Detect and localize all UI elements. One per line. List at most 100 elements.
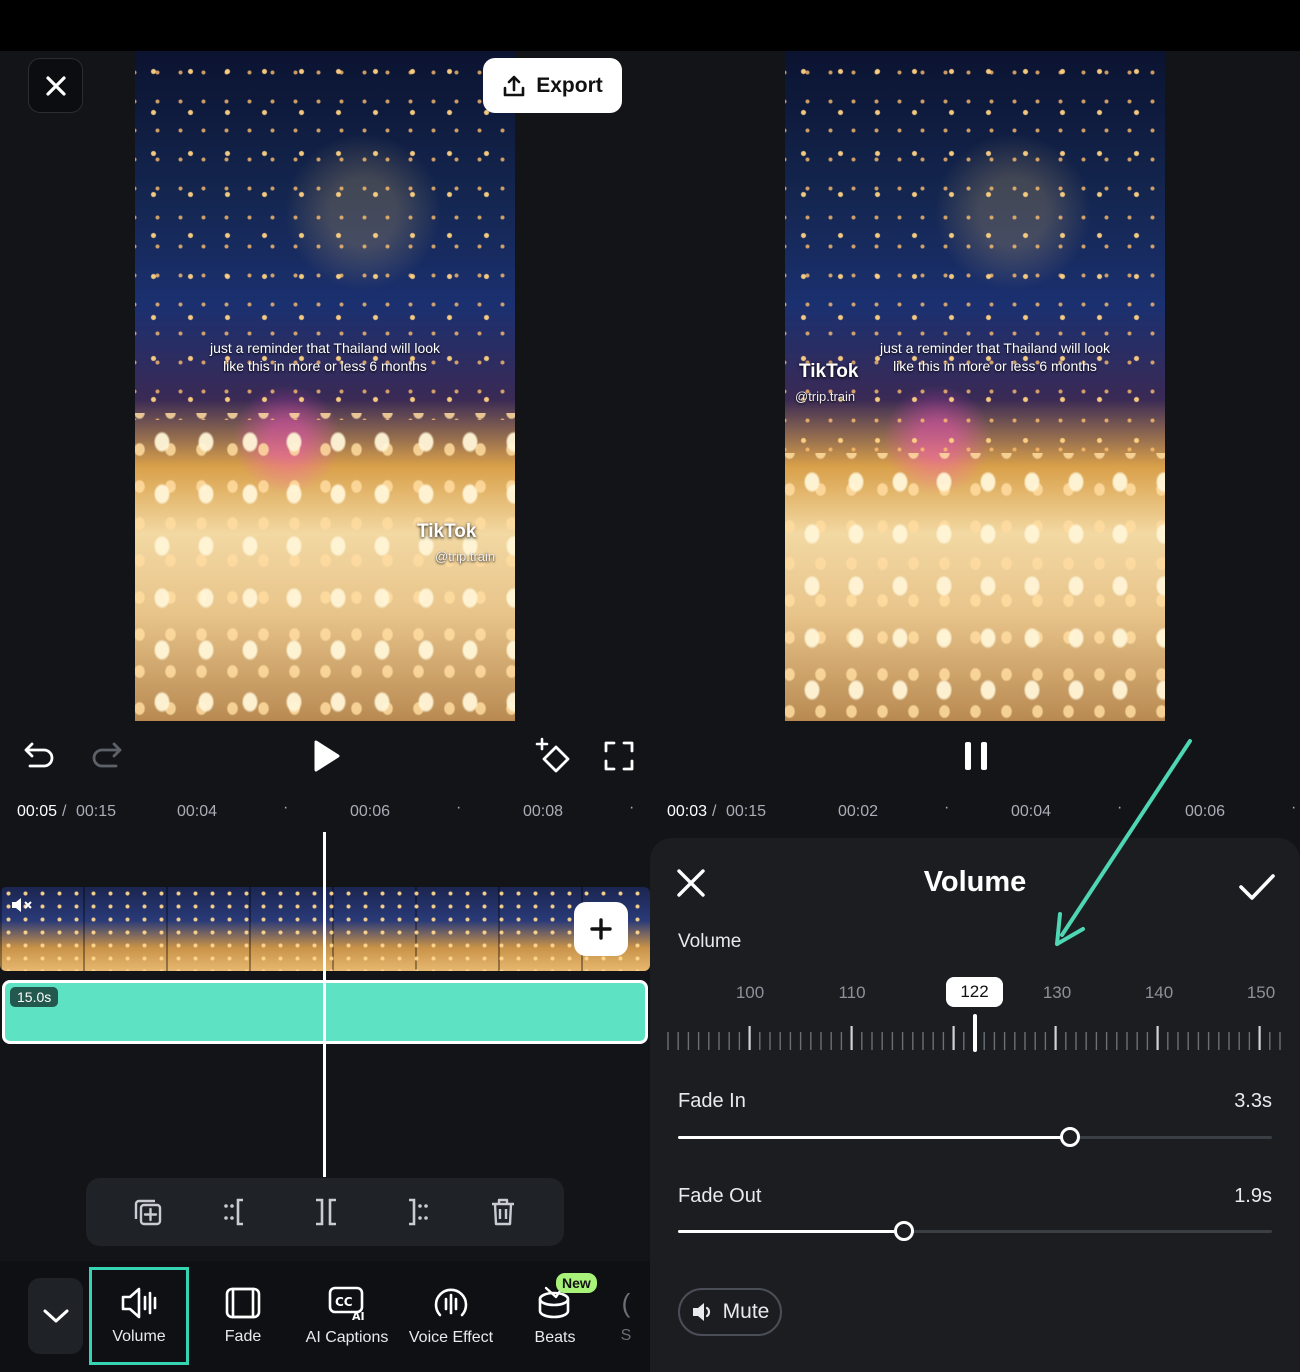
fade-icon <box>225 1287 261 1319</box>
redo-icon <box>92 742 122 768</box>
svg-text:CC: CC <box>335 1295 353 1309</box>
scale-label: 140 <box>1144 983 1174 1002</box>
keyframe-add-icon <box>535 737 570 773</box>
muted-speaker-icon <box>12 898 32 912</box>
panel-title: Volume <box>923 866 1027 898</box>
current-time: 00:03 <box>667 803 708 820</box>
caption-line-1: just a reminder that Thailand will look <box>879 340 1111 356</box>
mute-label: Mute <box>722 1300 770 1323</box>
video-caption: just a reminder that Thailand will look … <box>135 339 515 375</box>
close-button[interactable] <box>28 58 83 113</box>
tiktok-handle: @trip.train <box>795 389 856 404</box>
mute-button[interactable]: Mute <box>678 1288 782 1336</box>
export-label: Export <box>536 73 603 97</box>
collapse-button[interactable] <box>28 1278 83 1354</box>
fade-out-value: 1.9s <box>1234 1185 1272 1207</box>
clip-duration-badge: 15.0s <box>10 987 59 1007</box>
ruler-dot: · <box>456 799 462 816</box>
export-button[interactable]: Export <box>483 58 622 113</box>
bottom-toolbar: Volume Fade CC AI AI Captions Voice Effec… <box>0 1261 650 1372</box>
tool-label: Voice Effect <box>408 1329 494 1346</box>
timeline-ruler[interactable]: 00:03 / 00:15 00:02 · 00:04 · 00:06 · <box>650 799 1300 827</box>
crowd-lanterns <box>135 412 515 721</box>
scale-label: 110 <box>838 983 866 1002</box>
time-separator: / <box>712 803 717 820</box>
fade-in-label: Fade In <box>678 1090 746 1112</box>
upload-icon <box>503 75 525 96</box>
tool-fade[interactable]: Fade <box>193 1267 293 1365</box>
fade-in-handle[interactable] <box>1060 1127 1081 1147</box>
volume-value-bubble: 122 <box>946 977 1003 1007</box>
trim-end-icon[interactable] <box>399 1197 431 1227</box>
tool-volume[interactable]: Volume <box>89 1267 189 1365</box>
ruler-mark: 00:08 <box>523 803 564 820</box>
video-preview[interactable]: just a reminder that Thailand will look … <box>135 51 515 721</box>
fullscreen-icon <box>604 741 634 771</box>
caption-line-1: just a reminder that Thailand will look <box>209 340 441 356</box>
chevron-down-icon <box>43 1309 68 1323</box>
fade-out-label: Fade Out <box>678 1185 762 1207</box>
new-badge: New <box>556 1273 597 1293</box>
fade-out-slider[interactable] <box>678 1221 1272 1241</box>
volume-dial-indicator[interactable] <box>973 1014 977 1052</box>
ruler-dot: · <box>629 799 635 816</box>
ruler-mark: 00:04 <box>1011 803 1052 820</box>
speaker-icon <box>692 1303 710 1321</box>
fade-out-handle[interactable] <box>893 1221 914 1241</box>
tiktok-watermark: TikTok <box>417 521 477 542</box>
ruler-dot: · <box>1117 799 1123 816</box>
ruler-mark: 00:04 <box>177 803 218 820</box>
plus-icon <box>590 918 612 940</box>
trim-start-icon[interactable] <box>221 1197 253 1227</box>
voice-effect-icon <box>434 1288 468 1317</box>
video-preview[interactable]: just a reminder that Thailand will look … <box>785 51 1165 721</box>
duplicate-icon[interactable] <box>133 1197 163 1227</box>
undo-button[interactable] <box>20 735 58 775</box>
total-time: 00:15 <box>76 803 117 820</box>
ai-captions-icon: CCAI <box>328 1286 365 1321</box>
more-icon: ( <box>621 1287 631 1318</box>
caption-line-2: like this in more or less 6 months <box>223 358 427 374</box>
redo-button[interactable] <box>88 735 126 775</box>
delete-icon[interactable] <box>489 1197 517 1227</box>
volume-label: Volume <box>678 931 742 952</box>
current-time: 00:05 <box>17 803 58 820</box>
split-icon[interactable] <box>311 1197 341 1227</box>
tool-voice-effect[interactable]: Voice Effect <box>401 1267 501 1365</box>
tool-more[interactable]: ( S <box>596 1267 650 1365</box>
fade-in-value: 3.3s <box>1234 1090 1272 1112</box>
close-icon <box>45 75 66 96</box>
keyframe-button[interactable] <box>534 735 576 777</box>
fade-out-fill <box>678 1230 904 1233</box>
caption-line-2: like this in more or less 6 months <box>893 358 1097 374</box>
add-clip-button[interactable] <box>574 902 628 956</box>
right-editor: just a reminder that Thailand will look … <box>650 51 1300 1372</box>
playhead[interactable] <box>323 832 326 1177</box>
confirm-check-icon[interactable] <box>1238 872 1276 902</box>
undo-icon <box>24 742 54 768</box>
ruler-mark: 00:02 <box>838 803 879 820</box>
scale-label: 130 <box>1042 983 1072 1002</box>
scale-label: 100 <box>735 983 765 1002</box>
fade-in-slider[interactable] <box>678 1127 1272 1147</box>
sky-lanterns <box>785 51 1165 467</box>
tool-label: Beats <box>534 1329 576 1346</box>
ruler-mark: 00:06 <box>350 803 391 820</box>
total-time: 00:15 <box>726 803 767 820</box>
tool-label: Volume <box>112 1328 166 1345</box>
time-separator: / <box>62 803 67 820</box>
ruler-dot: · <box>283 799 289 816</box>
tiktok-watermark: TikTok <box>799 361 859 382</box>
tiktok-handle: @trip.train <box>435 549 496 564</box>
play-button[interactable] <box>306 735 346 777</box>
crowd-lanterns <box>785 453 1165 721</box>
left-editor: just a reminder that Thailand will look … <box>0 51 650 1372</box>
timeline-ruler[interactable]: 00:05 / 00:15 00:04 · 00:06 · 00:08 · <box>0 799 650 827</box>
svg-text:AI: AI <box>352 1310 365 1321</box>
play-icon <box>314 740 340 772</box>
fullscreen-button[interactable] <box>600 737 638 775</box>
top-status-bar <box>0 0 1300 51</box>
clip-edit-toolbar <box>86 1178 564 1246</box>
pause-button[interactable] <box>956 735 996 777</box>
tool-ai-captions[interactable]: CC AI AI Captions <box>297 1267 397 1365</box>
